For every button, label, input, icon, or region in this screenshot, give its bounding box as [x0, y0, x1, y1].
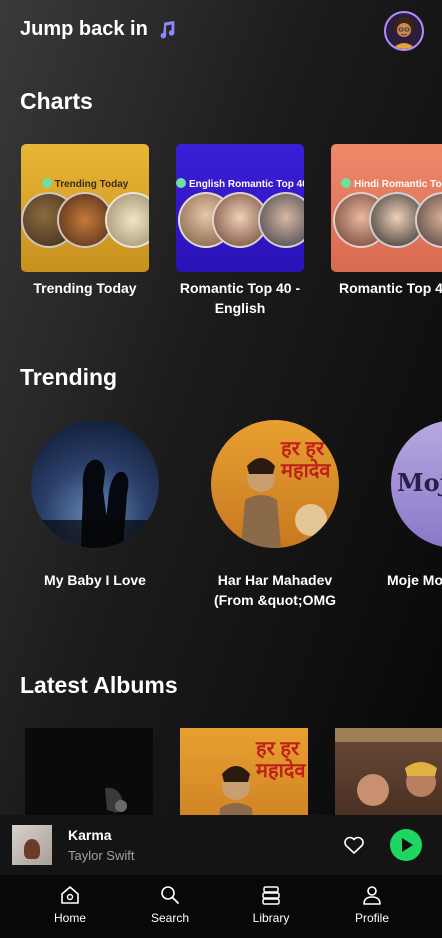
album-art-image: [105, 787, 127, 813]
search-icon: [161, 886, 179, 904]
heart-icon[interactable]: [342, 833, 366, 857]
home-icon: [61, 886, 79, 904]
chart-badge-icon: [341, 178, 351, 188]
top-bar: Jump back in: [20, 11, 424, 52]
nav-home-label: Home: [53, 911, 86, 925]
chart-badge-icon: [41, 178, 52, 188]
trending-caption: Moje Mo: [387, 572, 442, 588]
music-note-icon: [160, 20, 175, 38]
nav-search-label: Search: [150, 911, 190, 925]
now-playing-cover: [12, 825, 52, 865]
bottom-nav: Home Search Library Profile: [0, 875, 442, 938]
album-art-image: [219, 766, 253, 815]
mahadev-art-image: [241, 458, 327, 548]
greeting-title: Jump back in: [20, 18, 148, 40]
chart-badge-icon: [176, 178, 186, 188]
play-button[interactable]: [390, 829, 422, 861]
trending-item-har-har-mahadev[interactable]: हर हर महादेव: [211, 420, 339, 548]
album-card[interactable]: हर हर महादेव: [180, 728, 308, 815]
nav-library-label: Library: [252, 911, 290, 925]
chart-caption: Romantic Top 40 - English: [179, 280, 301, 316]
chart-card-tag: Hindi Romantic Top 4: [354, 179, 442, 190]
album-art-image: [335, 728, 442, 806]
chart-card-english-romantic[interactable]: English Romantic Top 40: [176, 144, 304, 272]
chart-card-tag: English Romantic Top 40: [189, 179, 304, 190]
now-playing-artist: Taylor Swift: [68, 848, 135, 863]
trending-caption: Har Har Mahadev (From &quot;OMG: [213, 572, 337, 608]
nav-library[interactable]: Library: [226, 883, 316, 925]
charts-title: Charts: [20, 88, 93, 114]
now-playing-bar[interactable]: Karma Taylor Swift: [0, 815, 442, 875]
nav-profile-label: Profile: [354, 911, 389, 925]
chart-art-image: [415, 192, 442, 248]
trending-art-text: Moje (Ti: [397, 468, 442, 497]
chart-art-image: [258, 192, 304, 248]
chart-caption: Trending Today: [33, 280, 137, 296]
avatar[interactable]: [384, 11, 424, 51]
chart-art-image: [105, 192, 149, 248]
chart-card-hindi-romantic[interactable]: Hindi Romantic Top 4: [331, 144, 442, 272]
album-card[interactable]: [25, 728, 153, 815]
chart-card-tag: Trending Today: [54, 179, 129, 190]
nav-home[interactable]: Home: [25, 883, 115, 925]
home-feed[interactable]: Jump back in Charts Trending Today Trend…: [0, 0, 442, 815]
chart-card-trending-today[interactable]: Trending Today: [21, 144, 149, 272]
profile-icon: [363, 886, 381, 905]
chart-caption: Romantic Top 4: [339, 280, 442, 296]
library-icon: [262, 886, 280, 905]
now-playing-title: Karma: [68, 827, 112, 843]
trending-item-my-baby[interactable]: [31, 420, 159, 548]
latest-albums-title: Latest Albums: [20, 672, 178, 698]
avatar-illustration-icon: [392, 17, 416, 49]
silhouette-art-image: [31, 459, 159, 548]
trending-item-moje[interactable]: Moje (Ti: [391, 420, 442, 548]
nav-search[interactable]: Search: [125, 883, 215, 925]
album-card[interactable]: [335, 728, 442, 815]
trending-title: Trending: [20, 364, 118, 390]
nav-profile[interactable]: Profile: [327, 883, 417, 925]
trending-caption: My Baby I Love: [44, 572, 146, 588]
